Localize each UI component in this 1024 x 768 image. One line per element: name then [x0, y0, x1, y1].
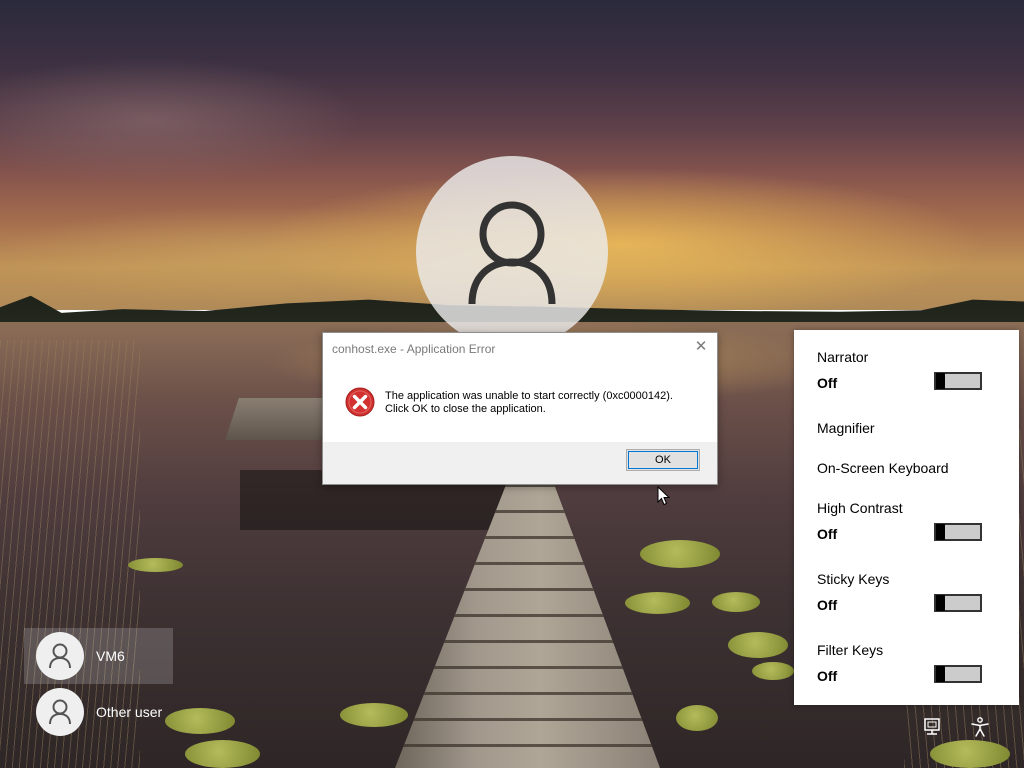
filter-keys-toggle[interactable] [934, 665, 982, 683]
toggle-knob [936, 373, 945, 389]
user-icon [49, 699, 71, 725]
narrator-label: Narrator [817, 349, 869, 365]
mouse-cursor-icon [657, 486, 671, 506]
lily-pad [712, 592, 760, 612]
lily-pad [728, 632, 788, 658]
lily-pad [676, 705, 718, 731]
sticky-keys-label: Sticky Keys [817, 571, 890, 587]
high-contrast-label: High Contrast [817, 500, 903, 516]
lily-pad [185, 740, 260, 768]
magnifier-item[interactable]: Magnifier [817, 420, 875, 436]
avatar [36, 688, 84, 736]
side-dock [225, 398, 334, 440]
onscreen-keyboard-item[interactable]: On-Screen Keyboard [817, 460, 949, 476]
lily-pad [930, 740, 1010, 768]
ease-of-access-panel: Narrator Off Magnifier On-Screen Keyboar… [794, 330, 1019, 705]
lily-pad [165, 708, 235, 734]
ok-button[interactable]: OK [626, 449, 700, 471]
error-icon [345, 387, 375, 417]
user-icon [49, 643, 71, 669]
lily-pad [752, 662, 794, 680]
user-item-other-user[interactable]: Other user [24, 684, 173, 740]
narrator-toggle[interactable] [934, 372, 982, 390]
close-icon[interactable]: ✕ [693, 339, 709, 355]
user-name: VM6 [96, 648, 125, 664]
narrator-state: Off [817, 375, 838, 391]
high-contrast-toggle[interactable] [934, 523, 982, 541]
dialog-message: The application was unable to start corr… [385, 390, 673, 416]
user-avatar-large [416, 156, 608, 348]
application-error-dialog: conhost.exe - Application Error ✕ The ap… [322, 332, 718, 485]
network-icon[interactable] [921, 716, 943, 738]
user-item-vm6[interactable]: VM6 [24, 628, 173, 684]
sticky-keys-toggle[interactable] [934, 594, 982, 612]
sticky-keys-state: Off [817, 597, 838, 613]
toggle-knob [936, 524, 945, 540]
toggle-knob [936, 595, 945, 611]
user-name: Other user [96, 704, 163, 720]
dialog-message-line2: Click OK to close the application. [385, 403, 546, 415]
filter-keys-label: Filter Keys [817, 642, 884, 658]
dialog-title: conhost.exe - Application Error [332, 342, 496, 356]
high-contrast-state: Off [817, 526, 838, 542]
accessibility-icon[interactable] [969, 716, 991, 738]
lily-pad [128, 558, 183, 572]
avatar [36, 632, 84, 680]
toggle-knob [936, 666, 945, 682]
lily-pad [625, 592, 690, 614]
filter-keys-state: Off [817, 668, 838, 684]
lily-pad [640, 540, 720, 568]
user-silhouette-icon [468, 201, 556, 305]
lily-pad [340, 703, 408, 727]
dialog-message-line1: The application was unable to start corr… [385, 390, 673, 402]
